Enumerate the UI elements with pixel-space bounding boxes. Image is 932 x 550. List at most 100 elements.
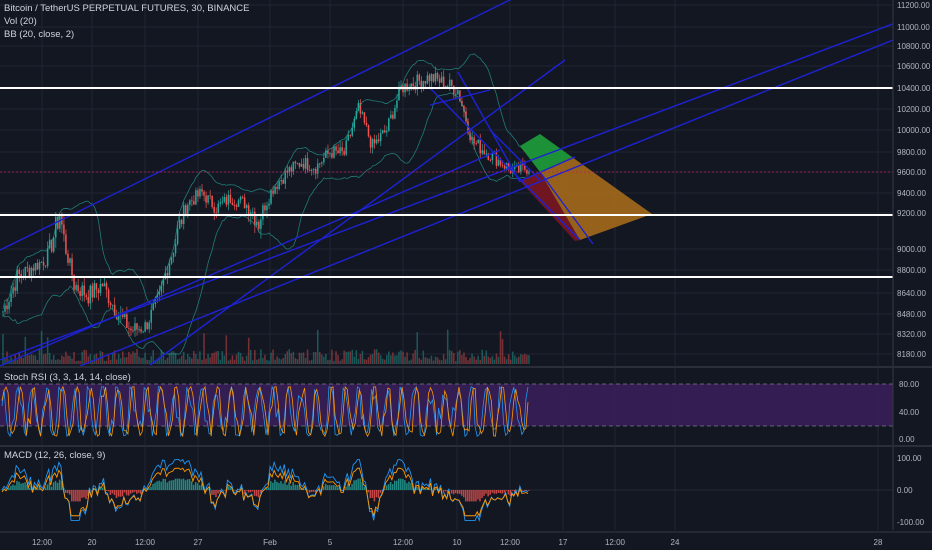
- volume-bar: [262, 358, 264, 364]
- volume-bar: [371, 353, 374, 364]
- macd-histogram-bar: [292, 482, 294, 490]
- candle-body: [105, 283, 108, 290]
- volume-bar: [453, 353, 455, 364]
- macd-histogram-bar: [168, 480, 171, 490]
- macd-histogram-bar: [280, 481, 282, 490]
- volume-bar: [111, 352, 114, 364]
- volume-bar: [430, 355, 433, 364]
- bb-legend[interactable]: BB (20, close, 2): [4, 29, 74, 40]
- candle-body: [373, 139, 376, 144]
- macd-histogram-bar: [56, 482, 59, 490]
- volume-bar: [85, 350, 87, 364]
- price-tick-label: 8180.00: [897, 350, 926, 359]
- macd-histogram-bar: [129, 490, 132, 494]
- price-tick-label: 10400.00: [897, 84, 931, 93]
- macd-histogram-bar: [359, 478, 361, 490]
- macd-histogram-bar: [527, 490, 530, 491]
- candle-body: [345, 140, 347, 155]
- volume-bar: [424, 357, 427, 364]
- macd-histogram-bar: [385, 485, 388, 490]
- stoch-rsi-legend[interactable]: Stoch RSI (3, 3, 14, 14, close): [4, 372, 131, 383]
- candle-body: [426, 75, 429, 84]
- volume-bar: [101, 352, 104, 364]
- macd-histogram-bar: [375, 490, 378, 498]
- price-tick-label: 8800.00: [897, 266, 926, 275]
- macd-histogram-bar: [184, 480, 187, 490]
- macd-histogram-bar: [58, 479, 61, 490]
- candle-body: [347, 135, 349, 141]
- volume-bar: [398, 351, 400, 364]
- candle-body: [422, 81, 425, 88]
- macd-histogram-bar: [454, 490, 457, 494]
- macd-histogram-bar: [211, 490, 213, 495]
- candle-body: [172, 253, 175, 258]
- volume-bar: [518, 356, 520, 364]
- macd-legend[interactable]: MACD (12, 26, close, 9): [4, 450, 105, 461]
- chart-canvas[interactable]: 10393.509251.468750.009648.0601:569600.0…: [0, 0, 932, 550]
- macd-histogram-bar: [353, 480, 355, 490]
- time-tick-label: 28: [874, 538, 883, 547]
- volume-bar: [22, 358, 25, 364]
- volume-bar: [65, 351, 67, 364]
- macd-histogram-bar: [164, 478, 166, 490]
- candle-body: [132, 330, 134, 332]
- candle-body: [262, 205, 264, 220]
- macd-histogram-bar: [180, 479, 183, 490]
- volume-bar: [339, 360, 341, 364]
- candle-body: [79, 291, 81, 296]
- volume-bar: [457, 351, 459, 364]
- volume-bar: [229, 359, 232, 364]
- candle-body: [32, 267, 35, 271]
- macd-histogram-bar: [481, 490, 483, 499]
- candle-body: [477, 139, 479, 144]
- stoch-tick-label: 40.00: [899, 408, 920, 417]
- price-axis-bg: [893, 0, 932, 550]
- candle-body: [174, 243, 177, 254]
- macd-histogram-bar: [288, 482, 290, 490]
- candle-body: [71, 258, 73, 276]
- macd-histogram-bar: [408, 481, 410, 490]
- candle-body: [65, 234, 67, 254]
- macd-histogram-bar: [176, 478, 179, 490]
- candle-body: [195, 190, 197, 205]
- candle-body: [396, 100, 398, 108]
- candle-body: [213, 207, 215, 213]
- volume-bar: [367, 357, 370, 364]
- volume-bar: [38, 349, 41, 364]
- volume-bar: [117, 354, 120, 364]
- macd-histogram-bar: [20, 483, 22, 490]
- volume-bar: [77, 360, 79, 364]
- volume-bar: [189, 356, 191, 364]
- macd-histogram-bar: [467, 490, 469, 502]
- volume-legend[interactable]: Vol (20): [4, 16, 37, 27]
- volume-bar: [353, 356, 356, 364]
- volume-bar: [172, 351, 175, 364]
- macd-histogram-bar: [458, 490, 461, 494]
- time-tick-label: 24: [671, 538, 680, 547]
- macd-histogram-bar: [227, 486, 229, 490]
- candle-body: [434, 73, 437, 82]
- volume-bar: [410, 359, 412, 364]
- volume-bar: [61, 355, 63, 364]
- macd-histogram-bar: [190, 481, 193, 490]
- volume-bar: [363, 359, 366, 364]
- macd-histogram-bar: [286, 484, 288, 490]
- macd-histogram-bar: [158, 480, 160, 490]
- macd-histogram-bar: [290, 485, 292, 490]
- macd-histogram-bar: [101, 487, 104, 490]
- candle-body: [503, 165, 506, 169]
- volume-bar: [503, 356, 506, 364]
- macd-histogram-bar: [154, 482, 156, 490]
- volume-bar: [67, 355, 69, 364]
- chart-window: 10393.509251.468750.009648.0601:569600.0…: [0, 0, 932, 550]
- volume-bar: [347, 351, 349, 364]
- time-tick-label: 12:00: [605, 538, 626, 547]
- candle-body: [290, 167, 293, 172]
- macd-histogram-bar: [324, 483, 327, 490]
- volume-bar: [191, 358, 193, 364]
- macd-histogram-bar: [456, 490, 459, 494]
- volume-bar: [471, 353, 473, 364]
- price-axis: 11200.00 11000.00 10800.00 10600.00 10400.00…: [892, 0, 932, 550]
- macd-histogram-bar: [18, 481, 20, 490]
- symbol-title[interactable]: Bitcoin / TetherUS PERPETUAL FUTURES, 30…: [4, 3, 250, 14]
